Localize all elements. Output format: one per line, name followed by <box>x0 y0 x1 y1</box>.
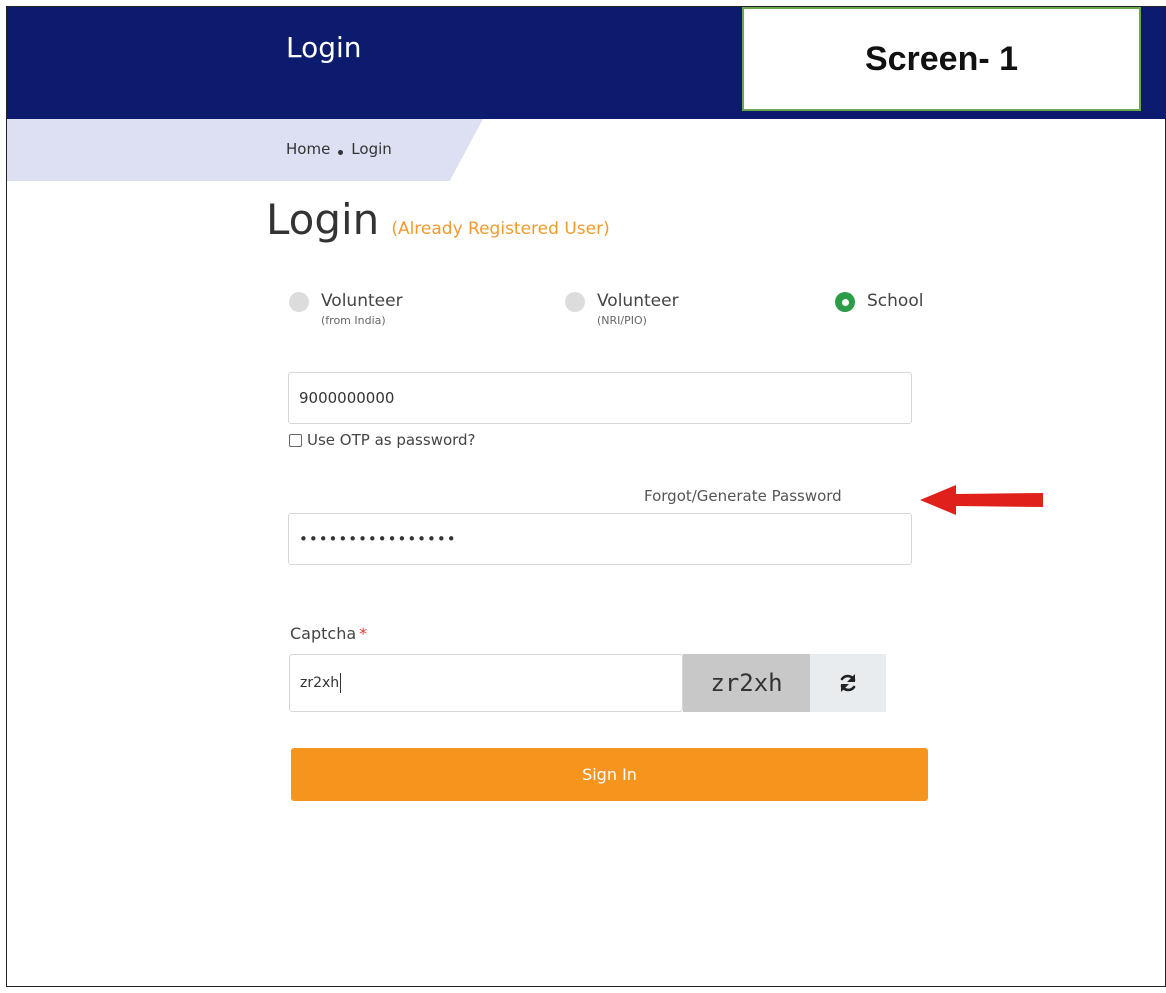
password-input-value: •••••••••••••••• <box>299 530 457 548</box>
page-title-subtitle: (Already Registered User) <box>391 219 610 239</box>
captcha-input[interactable]: zr2xh <box>289 654 683 712</box>
forgot-password-link[interactable]: Forgot/Generate Password <box>644 487 842 505</box>
captcha-image: zr2xh <box>683 654 810 712</box>
radio-volunteer-nri[interactable]: Volunteer (NRI/PIO) <box>565 289 679 329</box>
radio-unselected-icon[interactable] <box>565 292 585 312</box>
radio-selected-icon[interactable] <box>835 292 855 312</box>
login-type-radio-group: Volunteer (from India) Volunteer (NRI/PI… <box>289 289 969 349</box>
radio-label: Volunteer <box>321 291 403 311</box>
header-title: Login <box>286 31 362 64</box>
breadcrumb-band: Home Login <box>7 119 1165 181</box>
radio-sublabel: (from India) <box>321 314 386 327</box>
radio-label: Volunteer <box>597 291 679 311</box>
username-input-value: 9000000000 <box>299 389 395 407</box>
radio-volunteer-india[interactable]: Volunteer (from India) <box>289 289 403 329</box>
radio-school[interactable]: School <box>835 289 923 313</box>
radio-label: School <box>867 291 924 311</box>
breadcrumb: Home Login <box>286 140 392 158</box>
captcha-refresh-button[interactable] <box>810 654 886 712</box>
otp-checkbox[interactable] <box>289 433 302 447</box>
breadcrumb-current: Login <box>351 140 392 158</box>
password-input[interactable]: •••••••••••••••• <box>288 513 912 565</box>
screen-annotation-label: Screen- 1 <box>742 7 1141 111</box>
captcha-image-text: zr2xh <box>710 669 783 697</box>
page-title: Login (Already Registered User) <box>266 195 610 244</box>
radio-unselected-icon[interactable] <box>289 292 309 312</box>
captcha-input-value: zr2xh <box>300 675 340 691</box>
otp-option[interactable]: Use OTP as password? <box>289 431 476 449</box>
sign-in-button[interactable]: Sign In <box>291 748 928 801</box>
screenshot-frame: Login Screen- 1 Home Login Login (Alread… <box>6 6 1166 987</box>
captcha-label: Captcha * <box>290 624 368 643</box>
breadcrumb-background <box>7 119 483 181</box>
text-cursor <box>340 673 342 693</box>
required-marker: * <box>359 624 368 643</box>
breadcrumb-home-link[interactable]: Home <box>286 140 330 158</box>
username-input[interactable]: 9000000000 <box>288 372 912 424</box>
radio-sublabel: (NRI/PIO) <box>597 314 647 327</box>
arrow-left-icon <box>920 485 1043 515</box>
breadcrumb-separator-icon <box>338 149 344 155</box>
page-title-main: Login <box>266 195 380 244</box>
otp-label: Use OTP as password? <box>307 431 476 449</box>
refresh-icon <box>840 674 856 692</box>
